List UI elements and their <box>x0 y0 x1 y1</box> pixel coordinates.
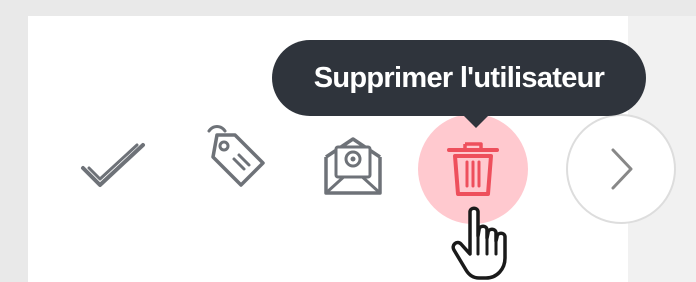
tooltip-text: Supprimer l'utilisateur <box>313 61 605 94</box>
check-icon <box>78 140 148 190</box>
chevron-right-icon <box>601 144 641 194</box>
delete-user-button[interactable] <box>418 114 528 224</box>
approve-button[interactable] <box>72 124 154 206</box>
tooltip-arrow <box>462 114 490 128</box>
screen: Supprimer l'utilisateur <box>0 0 696 282</box>
next-button[interactable] <box>566 114 676 224</box>
tag-icon <box>197 121 269 193</box>
delete-user-tooltip: Supprimer l'utilisateur <box>272 40 646 116</box>
trash-icon <box>445 138 501 200</box>
mail-button[interactable] <box>312 124 394 206</box>
mail-icon <box>318 131 388 199</box>
tag-button[interactable] <box>192 116 274 198</box>
